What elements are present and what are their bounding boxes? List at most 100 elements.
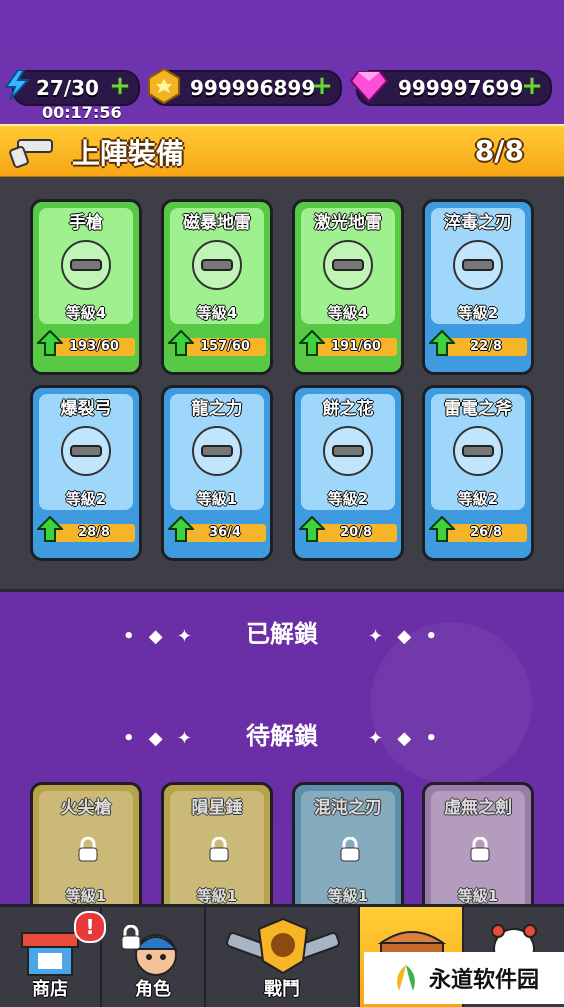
card-level: 等級2 [65, 490, 107, 508]
decor-dots-left: • ◆ ✦ [123, 728, 196, 749]
card-name: 雷電之斧 [444, 399, 512, 419]
upgrade-arrow-icon [37, 330, 63, 356]
nav-shop-label: 商店 [32, 979, 68, 1000]
card-progress: 28/8 [78, 525, 110, 540]
decor-dots-right: ✦ ◆ • [368, 728, 441, 749]
weapon-icon [323, 426, 373, 476]
weapon-icon [61, 240, 111, 290]
nav-shop[interactable]: ! 商店 [0, 907, 106, 1007]
card-level: 等級2 [327, 490, 369, 508]
watermark-logo-icon [397, 965, 415, 991]
weapon-icon [61, 426, 111, 476]
locked-equipment-card[interactable]: 混沌之刃 等級1 [292, 782, 404, 922]
card-name: 隕星錘 [191, 798, 243, 818]
card-progress: 26/8 [470, 525, 502, 540]
add-gems-button[interactable]: + [520, 73, 544, 99]
card-level: 等級1 [196, 887, 238, 905]
watermark: 永道软件园 [364, 952, 564, 1004]
equipped-panel: 手槍等級4 193/60 磁暴地雷等級4 157/60 激光地雷等級4 191/60 淬毒之… [0, 177, 564, 592]
unlocked-label: 已解鎖 [246, 620, 318, 648]
equipment-card[interactable]: 爆裂弓等級2 28/8 [30, 385, 142, 561]
watermark-text: 永道软件园 [428, 968, 539, 993]
weapon-icon [453, 426, 503, 476]
lock-icon [209, 837, 229, 862]
card-level: 等級1 [65, 887, 107, 905]
upgrade-arrow-icon [37, 516, 63, 542]
card-progress: 20/8 [340, 525, 372, 540]
equipment-card[interactable]: 激光地雷等級4 191/60 [292, 199, 404, 375]
lock-icon [340, 837, 360, 862]
weapon-icon [192, 240, 242, 290]
locked-equipment-card[interactable]: 虛無之劍等級1 [422, 782, 534, 922]
decor-dots-left: • ◆ ✦ [123, 626, 196, 647]
weapon-icon [192, 426, 242, 476]
card-name: 餅之花 [322, 399, 374, 419]
gem-value: 999997699 [398, 76, 524, 100]
coin-value: 999996899 [190, 76, 316, 100]
upgrade-arrow-icon [299, 516, 325, 542]
card-name: 龍之力 [191, 399, 243, 419]
card-name: 爆裂弓 [60, 399, 112, 419]
header-title: 上陣裝備 [72, 137, 185, 170]
upgrade-arrow-icon [429, 330, 455, 356]
card-name: 火尖槍 [60, 798, 112, 818]
lock-icon [78, 837, 98, 862]
decor-dots-right: ✦ ◆ • [368, 626, 441, 647]
equipped-header: 上陣裝備 8/8 [0, 124, 564, 179]
equipment-card[interactable]: 龍之力等級1 36/4 [161, 385, 273, 561]
add-coins-button[interactable]: + [310, 73, 334, 99]
upgrade-arrow-icon [168, 330, 194, 356]
equipment-card[interactable]: 淬毒之刃等級2 22/8 [422, 199, 534, 375]
card-level: 等級4 [196, 304, 238, 322]
energy-value: 27/30 [36, 76, 99, 100]
gun-icon [9, 139, 53, 168]
weapon-icon [323, 240, 373, 290]
card-name: 激光地雷 [314, 213, 382, 233]
lightning-icon [4, 70, 30, 100]
nav-battle[interactable]: 戰鬥 [206, 907, 360, 1007]
coin-icon [148, 68, 180, 104]
card-level: 等級1 [196, 490, 238, 508]
upgrade-arrow-icon [299, 330, 325, 356]
lock-icon [470, 837, 490, 862]
card-level: 等級2 [457, 490, 499, 508]
card-progress: 36/4 [209, 525, 241, 540]
equipment-card[interactable]: 雷電之斧等級2 26/8 [422, 385, 534, 561]
equipment-card[interactable]: 手槍等級4 193/60 [30, 199, 142, 375]
card-level: 等級1 [457, 887, 499, 905]
card-name: 混沌之刃 [314, 798, 382, 818]
locked-equipment-card[interactable]: 火尖槍等級1 [30, 782, 142, 922]
locked-section-title: • ◆ ✦ 待解鎖 ✦ ◆ • [0, 716, 564, 751]
card-level: 等級4 [65, 304, 107, 322]
card-name: 淬毒之刃 [444, 213, 512, 233]
gem-counter: 999997699 + [350, 70, 552, 106]
equipment-card[interactable]: 磁暴地雷等級4 157/60 [161, 199, 273, 375]
card-progress: 191/60 [331, 339, 381, 354]
weapon-icon [453, 240, 503, 290]
card-progress: 22/8 [470, 339, 502, 354]
shop-icon [21, 932, 79, 976]
gem-icon [350, 71, 388, 102]
locked-label: 待解鎖 [246, 722, 318, 750]
equipment-card[interactable]: 餅之花等級2 20/8 [292, 385, 404, 561]
upgrade-arrow-icon [168, 516, 194, 542]
nav-character-label: 角色 [135, 979, 171, 1000]
equipped-count: 8/8 [474, 134, 524, 167]
nav-battle-label: 戰鬥 [264, 979, 300, 1000]
card-level: 等級2 [457, 304, 499, 322]
nav-character[interactable]: 角色 [102, 907, 206, 1007]
card-name: 虛無之劍 [444, 798, 512, 818]
unlocked-section-title: • ◆ ✦ 已解鎖 ✦ ◆ • [0, 614, 564, 649]
energy-timer: 00:17:56 [42, 103, 122, 122]
locked-equipment-card[interactable]: 隕星錘等級1 [161, 782, 273, 922]
upgrade-arrow-icon [429, 516, 455, 542]
card-progress: 157/60 [200, 339, 250, 354]
coin-counter: 999996899 + [148, 68, 342, 106]
lock-icon [121, 925, 141, 950]
card-name: 手槍 [69, 213, 103, 233]
card-name: 磁暴地雷 [183, 213, 251, 233]
add-energy-button[interactable]: + [108, 73, 132, 99]
card-progress: 193/60 [69, 339, 119, 354]
resource-bar: 27/30 + 00:17:56 999996899 + 999997699 + [0, 0, 564, 126]
card-level: 等級4 [327, 304, 369, 322]
